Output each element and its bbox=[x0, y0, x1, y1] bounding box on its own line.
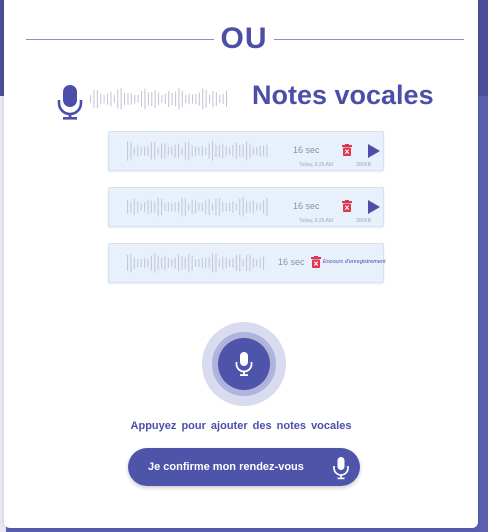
trash-icon[interactable] bbox=[342, 200, 352, 212]
record-button[interactable] bbox=[202, 322, 286, 406]
note-size: 300KB bbox=[356, 162, 372, 168]
record-button-core[interactable] bbox=[218, 338, 270, 390]
microphone-icon bbox=[333, 457, 349, 480]
note-duration: 16 sec bbox=[293, 201, 320, 211]
confirm-button-label: Je confirme mon rendez-vous bbox=[148, 461, 304, 473]
voice-notes-card: OU Notes vocales 16 sec Today, 6:25 AM 3… bbox=[4, 0, 478, 528]
play-icon[interactable] bbox=[368, 144, 380, 158]
instruction-text: Appuyez pour ajouter des notes vocales bbox=[130, 420, 352, 432]
play-icon[interactable] bbox=[368, 200, 380, 214]
divider-line-right bbox=[274, 39, 464, 40]
note-duration: 16 sec bbox=[278, 257, 305, 267]
record-button-ring bbox=[212, 332, 276, 396]
divider-line-left bbox=[26, 39, 214, 40]
divider-label: OU bbox=[220, 22, 268, 55]
trash-icon[interactable] bbox=[311, 256, 321, 268]
waveform-graphic bbox=[127, 197, 268, 217]
note-duration: 16 sec bbox=[293, 145, 320, 155]
waveform-graphic bbox=[127, 141, 268, 161]
note-size: 300KB bbox=[356, 218, 372, 224]
waveform-graphic bbox=[90, 88, 228, 110]
recording-note-item[interactable]: 16 sec Encours d'enregistrement bbox=[108, 243, 386, 283]
note-timestamp: Today, 6:25 AM bbox=[299, 218, 334, 224]
microphone-icon bbox=[235, 352, 253, 376]
trash-icon[interactable] bbox=[342, 144, 352, 156]
waveform-graphic bbox=[127, 253, 265, 273]
microphone-icon bbox=[57, 85, 83, 120]
voice-note-item[interactable]: 16 sec Today, 6:25 AM 300KB bbox=[108, 131, 384, 171]
recording-status: Encours d'enregistrement bbox=[323, 259, 386, 265]
note-timestamp: Today, 6:25 AM bbox=[299, 162, 334, 168]
voice-note-item[interactable]: 16 sec Today, 6:25 AM 300KB bbox=[108, 187, 384, 227]
page-title: Notes vocales bbox=[252, 80, 434, 110]
confirm-appointment-button[interactable]: Je confirme mon rendez-vous bbox=[128, 448, 360, 486]
